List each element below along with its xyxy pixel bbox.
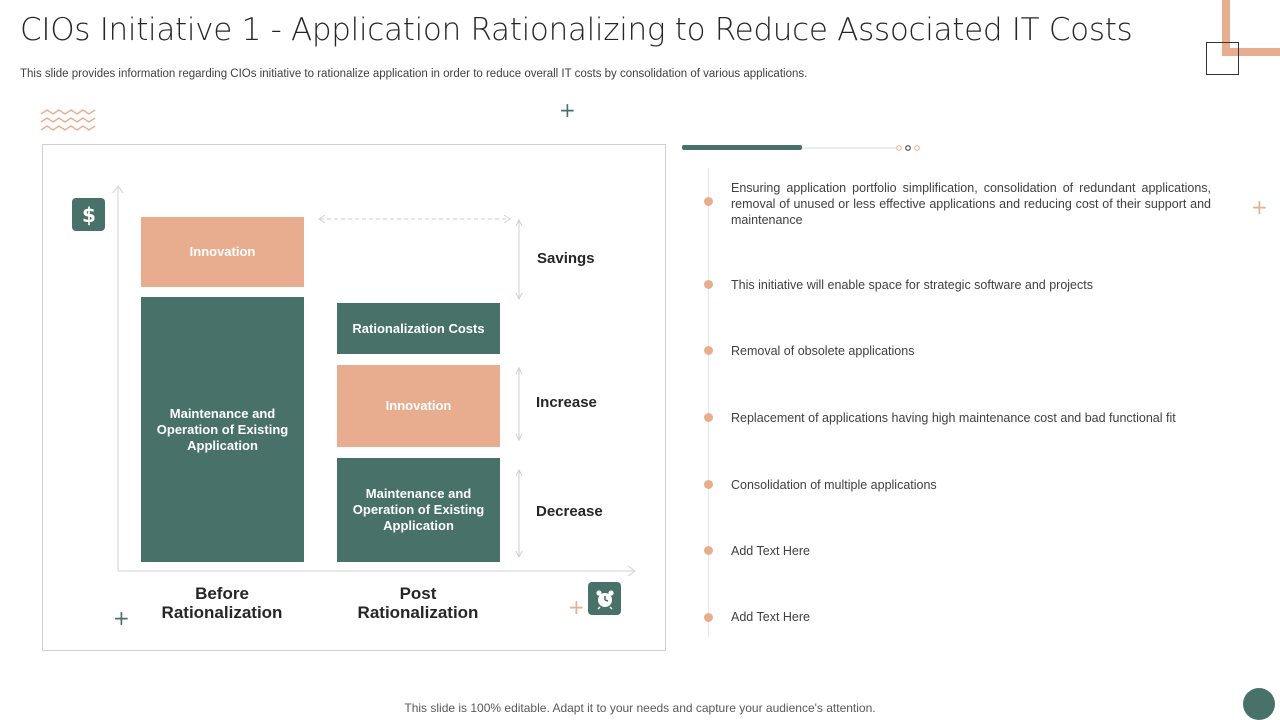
before-maintenance-block: Maintenance and Operation of Existing Ap… xyxy=(141,297,304,562)
x-label-post: Post Rationalization xyxy=(357,584,479,622)
decorative-circle xyxy=(1243,688,1275,720)
bullet-dot xyxy=(704,480,713,489)
increase-label: Increase xyxy=(536,394,597,411)
bullet-timeline-line xyxy=(708,168,709,638)
bullet-text: Add Text Here xyxy=(731,610,810,624)
bullet-dot xyxy=(704,346,713,355)
bullet-dot xyxy=(704,197,713,206)
footer-note: This slide is 100% editable. Adapt it to… xyxy=(404,701,876,715)
bullet-dot xyxy=(704,546,713,555)
svg-text:$: $ xyxy=(82,204,96,226)
post-maintenance-block: Maintenance and Operation of Existing Ap… xyxy=(337,458,500,562)
savings-label: Savings xyxy=(537,250,595,267)
alarm-clock-icon xyxy=(588,582,621,615)
dollar-icon: $ xyxy=(72,198,105,231)
bullet-text: Add Text Here xyxy=(731,544,810,558)
bullet-text: Replacement of applications having high … xyxy=(731,411,1176,425)
bullet-dot xyxy=(704,413,713,422)
post-rationalization-costs-block: Rationalization Costs xyxy=(337,303,500,354)
post-innovation-block: Innovation xyxy=(337,365,500,447)
bullet-dot xyxy=(704,280,713,289)
before-innovation-block: Innovation xyxy=(141,217,304,287)
bullet-text: Ensuring application portfolio simplific… xyxy=(731,181,1211,227)
bullet-text: Removal of obsolete applications xyxy=(731,344,915,358)
bullet-text: This initiative will enable space for st… xyxy=(731,278,1093,292)
bullet-text: Consolidation of multiple applications xyxy=(731,478,937,492)
bullet-dot xyxy=(704,613,713,622)
decrease-label: Decrease xyxy=(536,503,603,520)
decorative-bar xyxy=(682,145,920,151)
x-label-before: Before Rationalization xyxy=(161,584,283,622)
